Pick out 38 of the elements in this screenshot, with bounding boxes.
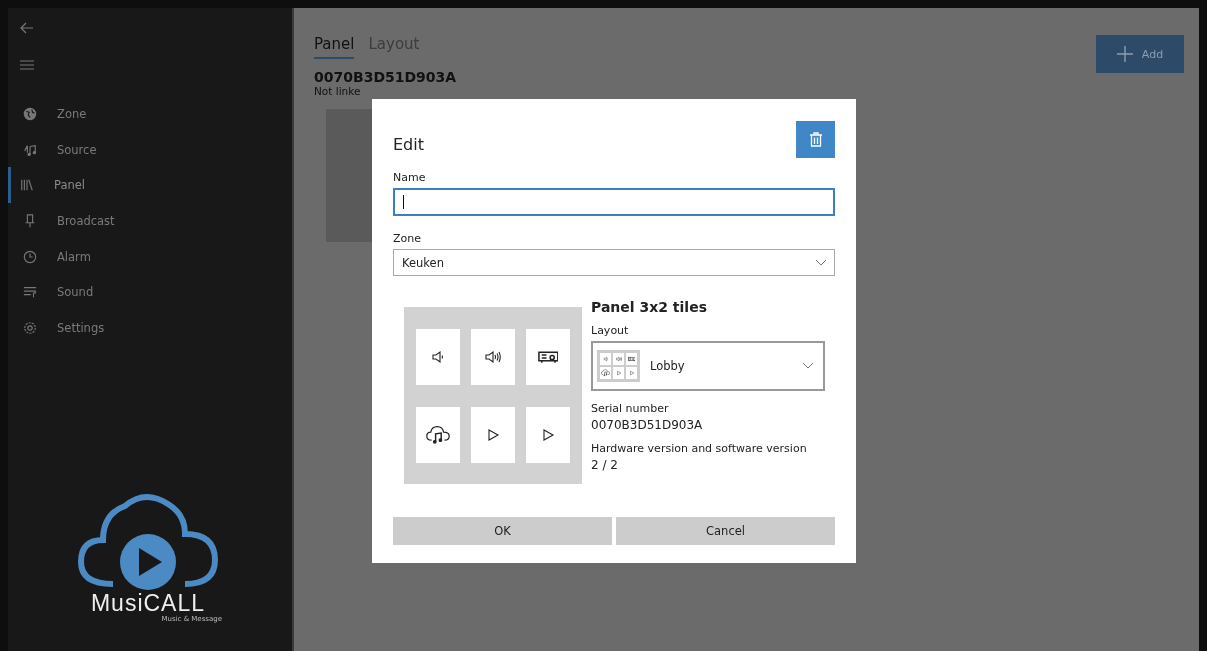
notes-icon [23, 142, 37, 157]
mic-icon [23, 213, 37, 228]
sidebar-item[interactable]: Sound [8, 274, 292, 311]
gear-icon [23, 320, 37, 335]
field-label: Serial number [591, 402, 670, 415]
chevron-icon [816, 259, 826, 266]
sidebar-item[interactable]: Alarm [8, 238, 292, 275]
version-value: 2 / 2 [591, 458, 619, 472]
library-icon [20, 178, 34, 193]
dialog-button[interactable]: OK [393, 517, 612, 545]
panel-status: Not linke [314, 85, 362, 97]
trash-icon [809, 131, 822, 147]
equalizer-icon [23, 285, 37, 300]
add-button[interactable]: Add [1096, 35, 1184, 73]
plus-icon [1116, 46, 1133, 62]
back-arrow-icon[interactable] [20, 22, 34, 34]
dialog-button[interactable]: Cancel [616, 517, 835, 545]
chevron-icon [803, 363, 813, 369]
sidebar-item[interactable]: Settings [8, 310, 292, 346]
logo-text: MusiCALL [90, 592, 206, 615]
field-label: Layout [591, 324, 630, 337]
name-field[interactable] [393, 188, 835, 216]
panel-type: Panel 3x2 tiles [591, 299, 708, 315]
field-label: Name [393, 171, 427, 184]
globe-icon [23, 106, 37, 121]
field-label: Hardware version and software version [591, 442, 808, 455]
serial-number: 0070B3D51D903A [591, 418, 704, 432]
zone-dropdown[interactable]: Keuken [393, 249, 835, 276]
dialog-title: Edit [393, 133, 424, 154]
field-label: Zone [393, 232, 422, 245]
delete-button[interactable] [796, 120, 835, 158]
layout-dropdown[interactable]: Lobby [591, 341, 825, 391]
clock-icon [23, 249, 37, 264]
sidebar-item[interactable]: Source [8, 131, 292, 168]
tab[interactable]: Panel [314, 35, 355, 59]
sidebar-item[interactable]: Broadcast [8, 203, 292, 239]
sidebar-item[interactable]: Zone [8, 96, 292, 132]
panel-title: 0070B3D51D903A [314, 69, 458, 85]
